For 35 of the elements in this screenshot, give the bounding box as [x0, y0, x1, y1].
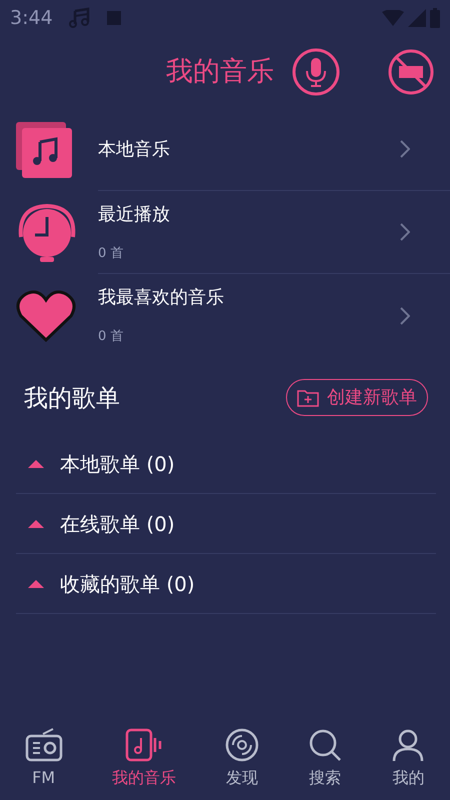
chevron-right-icon — [400, 140, 410, 158]
song-count: 0 首 — [98, 244, 124, 263]
song-count: 0 首 — [98, 328, 124, 346]
library-item-title[interactable]: 本地音乐 — [98, 136, 400, 162]
signal-icon — [408, 9, 426, 27]
chevron-right-icon — [400, 306, 410, 324]
heart-icon — [16, 290, 76, 342]
playlist-group[interactable]: 在线歌单 (0) — [16, 494, 436, 554]
chevron-right-icon — [400, 223, 410, 241]
playlist-group[interactable]: 本地歌单 (0) — [16, 434, 436, 494]
radio-icon — [24, 728, 63, 762]
search-icon — [308, 728, 342, 762]
nav-tab[interactable]: 搜索 — [298, 722, 352, 796]
no-ads-button[interactable] — [388, 49, 434, 95]
person-icon — [391, 728, 426, 762]
microphone-button[interactable] — [292, 48, 340, 96]
page-title: 我的音乐 — [166, 54, 274, 89]
music-note-icon — [68, 7, 91, 29]
battery-icon — [430, 8, 440, 28]
clock: 3:44 — [10, 6, 53, 31]
nav-tab[interactable]: 我的 — [381, 722, 436, 796]
clock-headset-icon — [16, 202, 78, 262]
library-item-title[interactable]: 我最喜欢的音乐 — [98, 284, 400, 312]
music-note-icon — [124, 728, 163, 762]
nav-tab[interactable]: 发现 — [214, 722, 269, 796]
section-title: 我的歌单 — [24, 382, 120, 414]
library-item-title[interactable]: 最近播放 — [98, 200, 400, 228]
nav-tab[interactable]: FM — [14, 722, 73, 796]
disc-icon — [224, 728, 259, 762]
wifi-icon — [382, 10, 404, 26]
playlist-group[interactable]: 收藏的歌单 (0) — [16, 554, 436, 614]
nav-tab[interactable]: 我的音乐 — [102, 722, 186, 796]
music-album-icon — [16, 122, 72, 178]
folder-add-icon — [297, 388, 319, 406]
create-playlist-button[interactable]: 创建新歌单 — [286, 379, 428, 416]
